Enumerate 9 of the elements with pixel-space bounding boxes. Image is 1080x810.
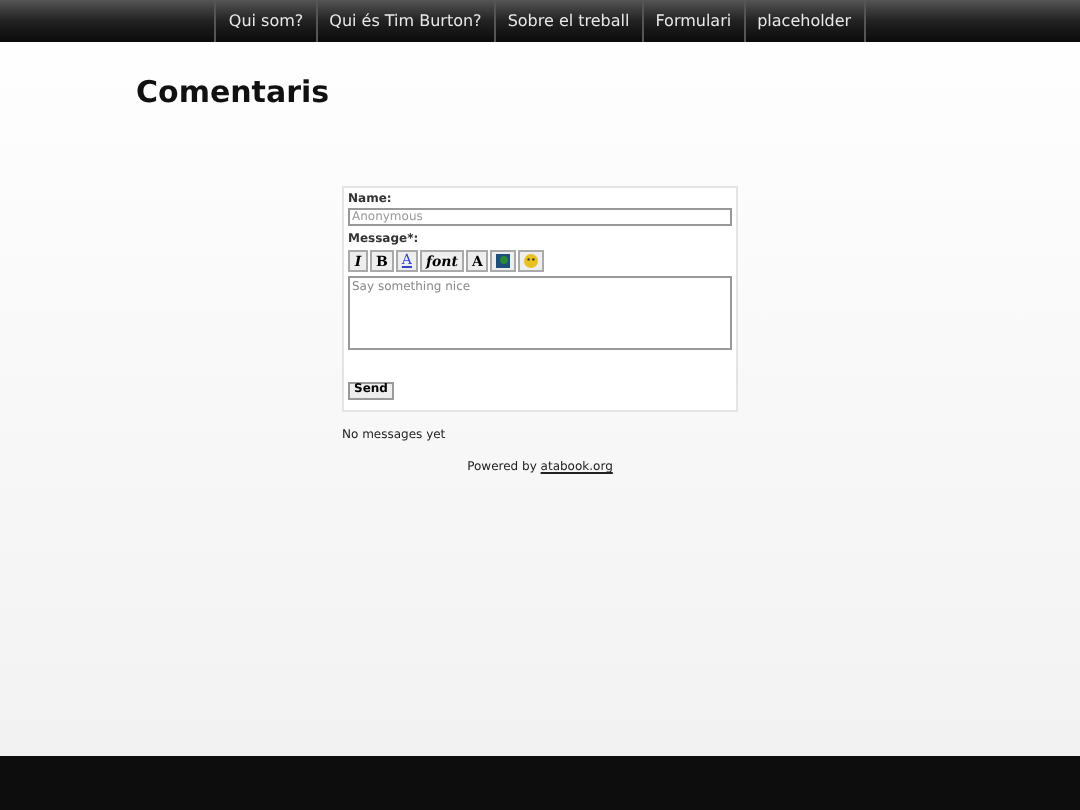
toolbar-button[interactable] — [490, 250, 517, 272]
nav-link[interactable]: Sobre el treball — [495, 0, 644, 42]
page-title: Comentaris — [136, 78, 332, 108]
nav-link[interactable]: placeholder — [745, 0, 866, 42]
nav-link[interactable]: Qui som? — [216, 0, 318, 42]
smiley-icon — [524, 254, 539, 268]
nav-link[interactable]: Formulari — [643, 0, 746, 42]
nav-link[interactable]: Qui és Tim Burton? — [317, 0, 496, 42]
image-icon — [496, 254, 511, 268]
